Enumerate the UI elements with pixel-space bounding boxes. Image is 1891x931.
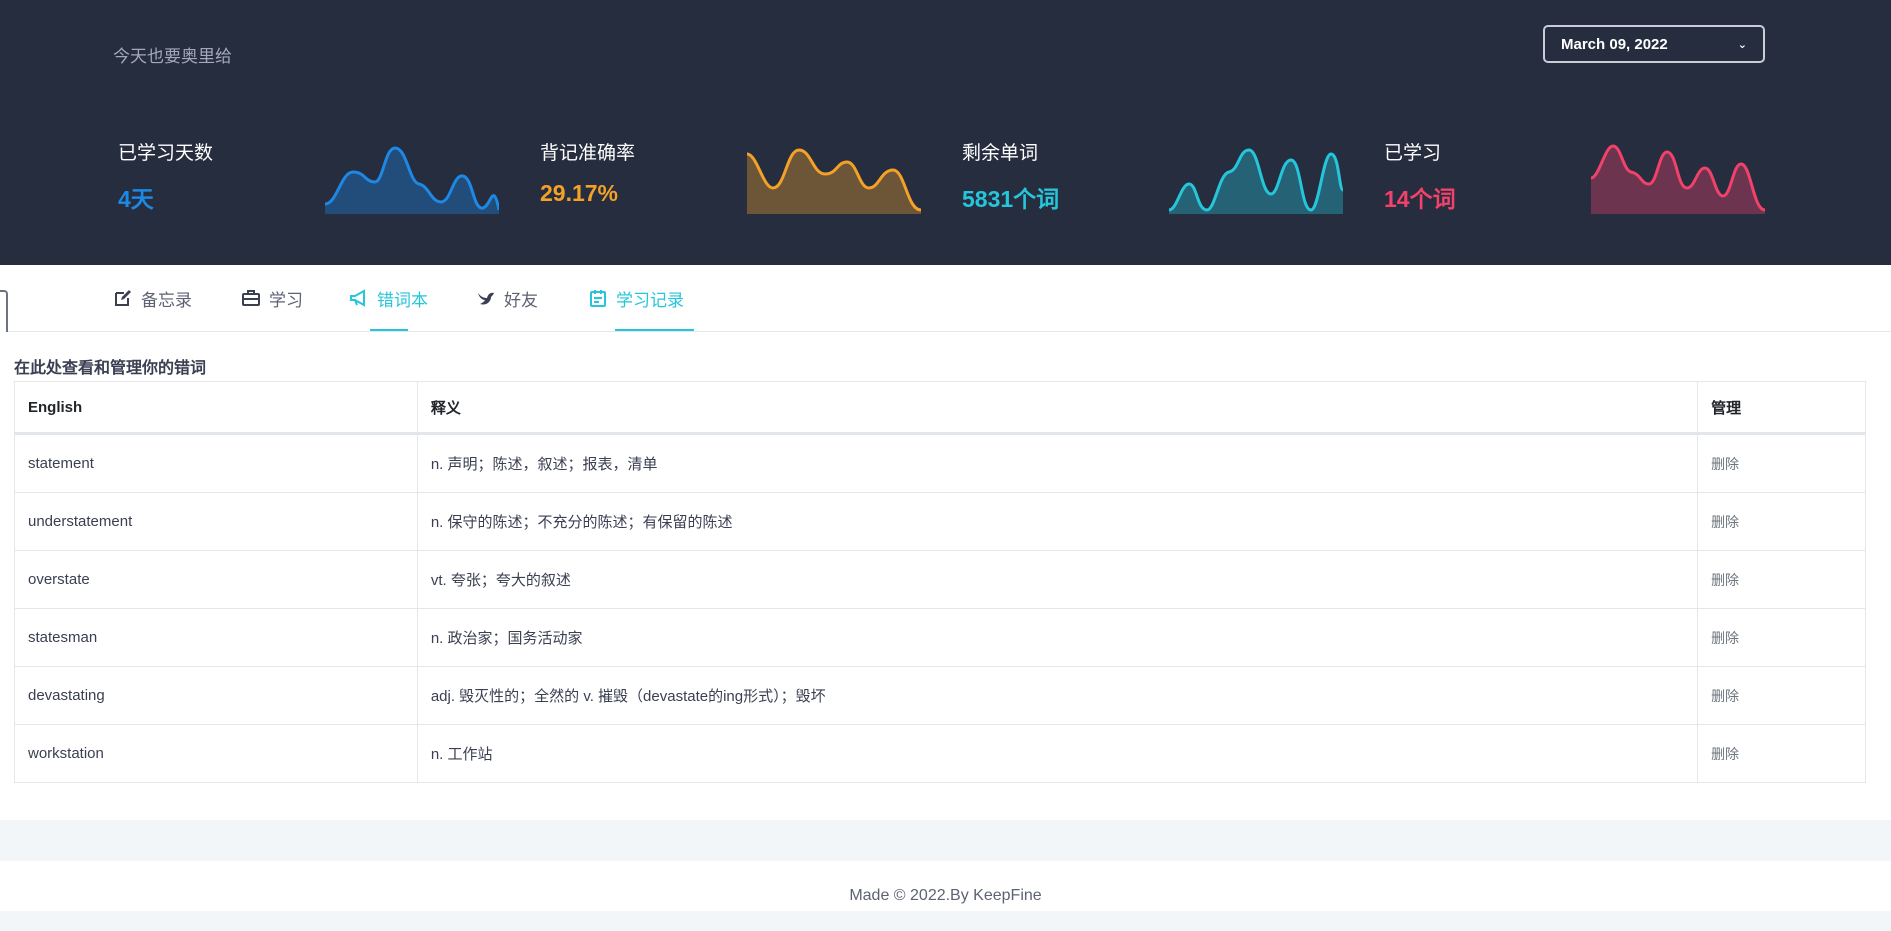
date-value: March 09, 2022	[1561, 35, 1668, 53]
word-cell: overstate	[14, 550, 418, 609]
tab-friends[interactable]: 好友	[476, 265, 538, 331]
tab-memo[interactable]: 备忘录	[113, 265, 192, 331]
tab-label: 错词本	[377, 290, 428, 310]
tab-label: 学习记录	[616, 290, 684, 310]
tab-study[interactable]: 学习	[241, 265, 303, 331]
word-cell: statement	[14, 433, 418, 493]
table-header-row: English 释义 管理	[14, 381, 1866, 435]
bird-icon	[478, 292, 494, 305]
word-cell: workstation	[14, 724, 418, 783]
table-row: statement n. 声明；陈述，叙述；报表，清单 删除	[14, 433, 1866, 493]
date-select[interactable]: March 09, 2022 ⌄	[1543, 25, 1765, 63]
delete-button[interactable]: 删除	[1697, 492, 1866, 551]
column-header-meaning: 释义	[416, 381, 1699, 435]
table-row: statesman n. 政治家；国务活动家 删除	[14, 608, 1866, 667]
word-cell: devastating	[14, 666, 418, 725]
delete-button[interactable]: 删除	[1697, 608, 1866, 667]
word-cell: understatement	[14, 492, 418, 551]
wrong-words-table: English 释义 管理 statement n. 声明；陈述，叙述；报表，清…	[14, 381, 1866, 783]
meaning-cell: n. 政治家；国务活动家	[416, 608, 1699, 667]
tab-label: 学习	[269, 290, 303, 310]
calendar-icon	[590, 290, 606, 307]
stat-remaining: 剩余单词 5831个词	[962, 130, 1383, 220]
main-content: 在此处查看和管理你的错词 English 释义 管理 statement n. …	[0, 332, 1891, 820]
delete-button[interactable]: 删除	[1697, 550, 1866, 609]
tab-wrong-words[interactable]: 错词本	[349, 265, 428, 331]
table-row: overstate vt. 夸张；夸大的叙述 删除	[14, 550, 1866, 609]
stat-learned: 已学习 14个词	[1384, 130, 1805, 220]
section-title: 在此处查看和管理你的错词	[14, 360, 207, 377]
active-tab-indicator	[615, 329, 694, 331]
column-header-english: English	[14, 381, 418, 435]
delete-button[interactable]: 删除	[1697, 666, 1866, 725]
stat-label: 已学习	[1384, 143, 1442, 164]
footer: Made © 2022.By KeepFine	[0, 861, 1891, 911]
sparkline-chart	[1169, 148, 1343, 214]
word-cell: statesman	[14, 608, 418, 667]
tagline: 今天也要奥里给	[113, 47, 232, 66]
meaning-cell: n. 声明；陈述，叙述；报表，清单	[416, 433, 1699, 493]
tab-label: 好友	[504, 290, 538, 310]
stat-value: 4天	[118, 186, 154, 212]
stat-label: 剩余单词	[962, 143, 1039, 164]
meaning-cell: n. 工作站	[416, 724, 1699, 783]
meaning-cell: n. 保守的陈述；不充分的陈述；有保留的陈述	[416, 492, 1699, 551]
stat-label: 背记准确率	[540, 143, 636, 164]
tab-study-record[interactable]: 学习记录	[588, 265, 694, 331]
meaning-cell: adj. 毁灭性的；全然的 v. 摧毁（devastate的ing形式）；毁坏	[416, 666, 1699, 725]
table-row: understatement n. 保守的陈述；不充分的陈述；有保留的陈述 删除	[14, 492, 1866, 551]
delete-button[interactable]: 删除	[1697, 724, 1866, 783]
stat-value: 29.17%	[540, 180, 619, 206]
header: 今天也要奥里给 March 09, 2022 ⌄ 已学习天数 4天 背记准确率 …	[0, 0, 1891, 265]
tab-label: 备忘录	[141, 290, 192, 310]
meaning-cell: vt. 夸张；夸大的叙述	[416, 550, 1699, 609]
column-header-manage: 管理	[1697, 381, 1866, 435]
edit-icon	[115, 290, 131, 306]
briefcase-icon	[242, 290, 260, 306]
megaphone-icon	[350, 289, 365, 307]
stat-days: 已学习天数 4天	[118, 130, 539, 220]
table-row: devastating adj. 毁灭性的；全然的 v. 摧毁（devastat…	[14, 666, 1866, 725]
sparkline-chart	[325, 146, 499, 214]
active-tab-indicator	[370, 329, 408, 331]
footer-text: Made © 2022.By KeepFine	[849, 887, 1042, 904]
stat-value: 14个词	[1384, 186, 1456, 212]
table-row: workstation n. 工作站 删除	[14, 724, 1866, 783]
stat-label: 已学习天数	[118, 143, 214, 164]
stat-accuracy: 背记准确率 29.17%	[540, 130, 961, 220]
stat-value: 5831个词	[962, 186, 1060, 212]
delete-button[interactable]: 删除	[1697, 433, 1866, 493]
chevron-down-icon: ⌄	[1737, 38, 1747, 51]
tab-nav: 备忘录 学习 错词本 好友 学习记录	[0, 265, 1891, 332]
sparkline-chart	[747, 148, 921, 214]
sparkline-chart	[1591, 144, 1765, 214]
